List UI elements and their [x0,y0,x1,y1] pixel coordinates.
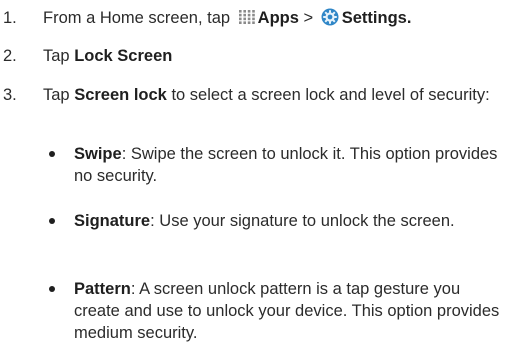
option-description: : A screen unlock pattern is a tap gestu… [74,280,500,342]
step-number: 1. [3,9,17,27]
instruction-document: 1. From a Home screen, tap Apps > Settin… [0,0,515,355]
settings-gear-icon [321,8,339,26]
step-text: Tap Lock Screen [43,45,511,67]
bullet-dot [49,151,55,157]
option-name: Signature [74,212,151,230]
screen-lock-label: Screen lock [74,86,167,104]
step-suffix: to select a screen lock and level of sec… [171,86,490,104]
step-text: From a Home screen, tap Apps > Settings. [43,7,511,29]
option-description: : Use your signature to unlock the scree… [150,212,455,230]
settings-label: Settings [341,9,407,27]
option-text: Signature: Use your signature to unlock … [74,210,506,232]
step-number: 3. [3,86,17,104]
step-prefix: From a Home screen, tap [43,9,231,27]
step-prefix: Tap [43,86,70,104]
step-number: 2. [3,47,17,65]
lock-screen-label: Lock Screen [74,47,173,65]
option-name: Swipe [74,145,122,163]
menu-separator: > [303,9,314,27]
bullet-dot [49,218,55,224]
bullet-dot [49,286,55,292]
apps-label: Apps [257,9,299,27]
option-text: Pattern: A screen unlock pattern is a ta… [74,278,506,344]
step-prefix: Tap [43,47,70,65]
apps-grid-icon [238,9,256,25]
option-description: : Swipe the screen to unlock it. This op… [74,145,498,185]
option-text: Swipe: Swipe the screen to unlock it. Th… [74,143,506,187]
step-end: . [406,9,412,27]
option-name: Pattern [74,280,131,298]
step-text: Tap Screen lock to select a screen lock … [43,84,511,106]
